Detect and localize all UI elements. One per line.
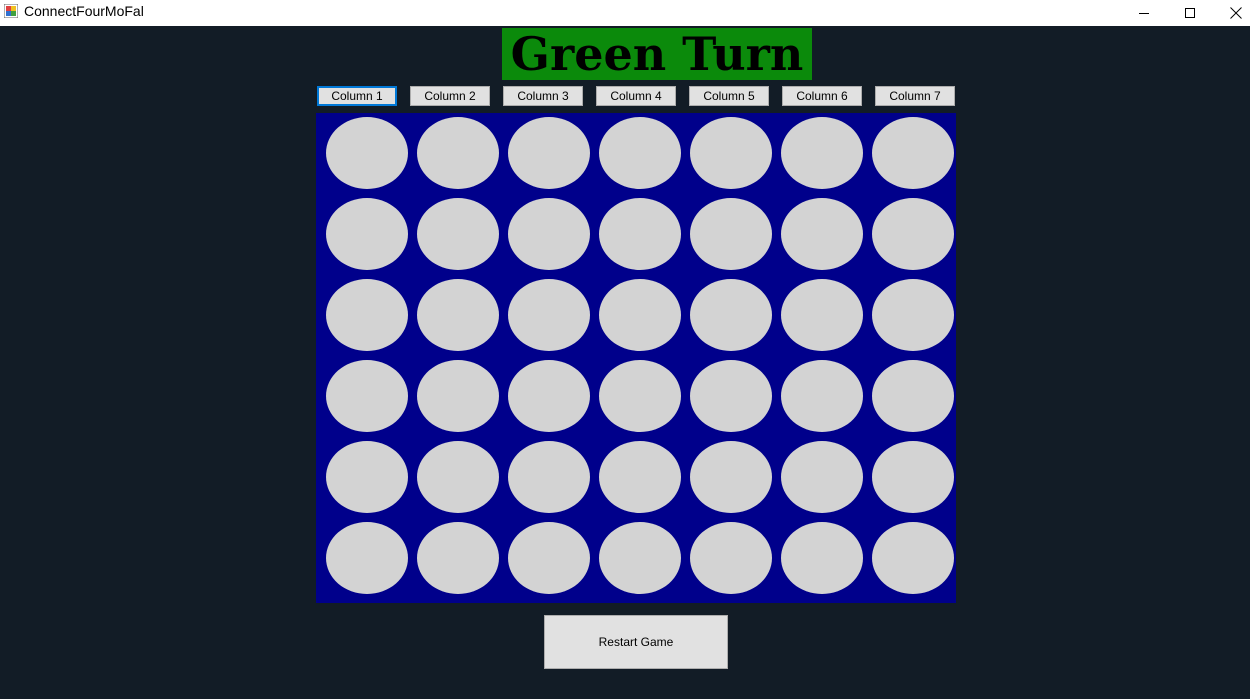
board-cell [781, 198, 863, 270]
column-6-button[interactable]: Column 6 [782, 86, 862, 106]
board-cell [690, 198, 772, 270]
column-1-button[interactable]: Column 1 [317, 86, 397, 106]
board-cell [690, 441, 772, 513]
maximize-icon [1185, 8, 1195, 18]
board-cell [690, 522, 772, 594]
board-cell [508, 198, 590, 270]
board-cell [781, 522, 863, 594]
board-cell [781, 117, 863, 189]
window-title: ConnectFourMoFal [24, 3, 144, 19]
restart-game-button[interactable]: Restart Game [544, 615, 728, 669]
board-cell [599, 360, 681, 432]
board-cell [599, 198, 681, 270]
board-cell [508, 279, 590, 351]
column-4-button[interactable]: Column 4 [596, 86, 676, 106]
column-5-button[interactable]: Column 5 [689, 86, 769, 106]
minimize-icon [1139, 13, 1149, 14]
board-cell [508, 360, 590, 432]
board-cell [508, 441, 590, 513]
board-cell [690, 360, 772, 432]
game-board [316, 113, 956, 603]
board-cell [599, 117, 681, 189]
board-cell [872, 279, 954, 351]
board-cell [781, 441, 863, 513]
board-cell [781, 279, 863, 351]
board-cell [326, 279, 408, 351]
column-2-button[interactable]: Column 2 [410, 86, 490, 106]
board-cell [417, 117, 499, 189]
board-cell [599, 279, 681, 351]
turn-indicator: Green Turn [502, 28, 812, 80]
app-window: ConnectFourMoFal Green Turn Column 1 Colu… [0, 0, 1250, 699]
app-icon [4, 4, 18, 18]
column-3-button[interactable]: Column 3 [503, 86, 583, 106]
board-cell [326, 198, 408, 270]
board-cell [690, 117, 772, 189]
title-bar[interactable]: ConnectFourMoFal [0, 0, 1250, 26]
close-button[interactable] [1213, 0, 1250, 26]
board-cell [872, 360, 954, 432]
board-cell [326, 360, 408, 432]
board-cell [872, 522, 954, 594]
board-cell [508, 522, 590, 594]
minimize-button[interactable] [1121, 0, 1167, 26]
board-cell [326, 117, 408, 189]
close-icon [1230, 7, 1242, 19]
board-cell [417, 522, 499, 594]
board-cell [326, 522, 408, 594]
column-7-button[interactable]: Column 7 [875, 86, 955, 106]
board-cell [599, 522, 681, 594]
board-cell [417, 360, 499, 432]
board-cell [508, 117, 590, 189]
board-cell [417, 198, 499, 270]
board-cell [417, 441, 499, 513]
board-cell [872, 117, 954, 189]
board-cell [417, 279, 499, 351]
board-cell [690, 279, 772, 351]
board-cell [872, 198, 954, 270]
board-cell [781, 360, 863, 432]
board-cell [872, 441, 954, 513]
board-cell [326, 441, 408, 513]
board-cell [599, 441, 681, 513]
maximize-button[interactable] [1167, 0, 1213, 26]
